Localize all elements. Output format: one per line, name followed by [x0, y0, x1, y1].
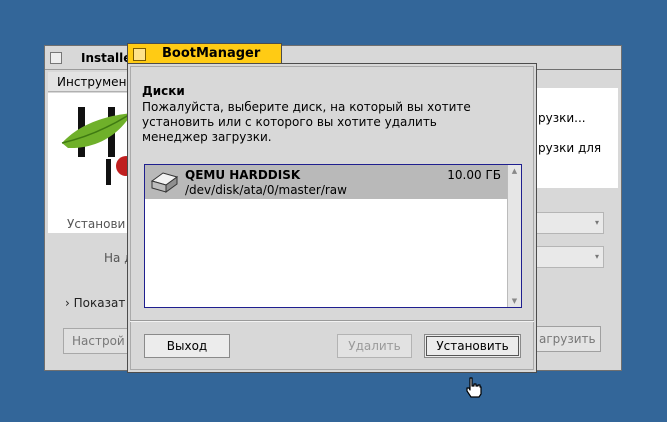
hard-disk-icon	[150, 172, 179, 193]
target-volume-dropdown[interactable]: ▾	[536, 246, 604, 268]
exit-button[interactable]: Выход	[144, 334, 230, 358]
disk-list-scrollbar[interactable]: ▲ ▼	[507, 165, 521, 307]
show-options-label: Показат	[73, 296, 126, 310]
installer-window-right: рузки... рузки для ▾ ▾ агрузить	[532, 69, 622, 371]
setup-partitions-button[interactable]: Настрой	[63, 328, 133, 354]
dropdown-arrow-icon: ▾	[594, 252, 599, 261]
disclosure-arrow-icon: ›	[65, 296, 70, 310]
source-volume-dropdown[interactable]: ▾	[536, 212, 604, 234]
dropdown-arrow-icon: ▾	[594, 218, 599, 227]
disk-path: /dev/disk/ata/0/master/raw	[185, 183, 347, 197]
install-to-label: Установи	[67, 217, 126, 231]
install-button[interactable]: агрузить	[532, 326, 601, 352]
disk-list[interactable]: QEMU HARDDISK /dev/disk/ata/0/master/raw…	[144, 164, 522, 308]
disk-row[interactable]: QEMU HARDDISK /dev/disk/ata/0/master/raw…	[145, 165, 507, 199]
hand-pointer-icon	[466, 377, 482, 398]
scroll-down-icon[interactable]: ▼	[508, 295, 521, 307]
installer-menubar: Инструмен	[48, 72, 138, 92]
info-text-line1: рузки...	[538, 111, 586, 125]
bootmanager-window: Диски Пожалуйста, выберите диск, на кото…	[127, 63, 537, 373]
show-options-toggle[interactable]: › Показат	[65, 296, 125, 310]
disk-size: 10.00 ГБ	[447, 168, 501, 182]
disks-heading: Диски	[142, 84, 185, 98]
disks-description: Пожалуйста, выберите диск, на который вы…	[142, 100, 471, 144]
info-text-line2: рузки для	[538, 141, 602, 155]
button-separator	[130, 320, 534, 322]
bootmanager-title-tab[interactable]: BootManager	[127, 43, 282, 64]
installer-title: Installe	[81, 51, 132, 65]
remove-button[interactable]: Удалить	[337, 334, 412, 358]
bootmanager-title: BootManager	[162, 46, 261, 61]
close-box-icon[interactable]	[133, 48, 146, 61]
haiku-leaf-logo	[61, 107, 136, 185]
scroll-up-icon[interactable]: ▲	[508, 165, 521, 177]
menu-tools[interactable]: Инструмен	[57, 75, 126, 89]
installer-banner	[48, 93, 138, 233]
installer-info-panel: рузки... рузки для	[536, 88, 618, 188]
disk-name: QEMU HARDDISK	[185, 168, 301, 182]
install-bootmanager-button[interactable]: Установить	[424, 334, 521, 358]
close-box-icon[interactable]	[50, 52, 62, 64]
